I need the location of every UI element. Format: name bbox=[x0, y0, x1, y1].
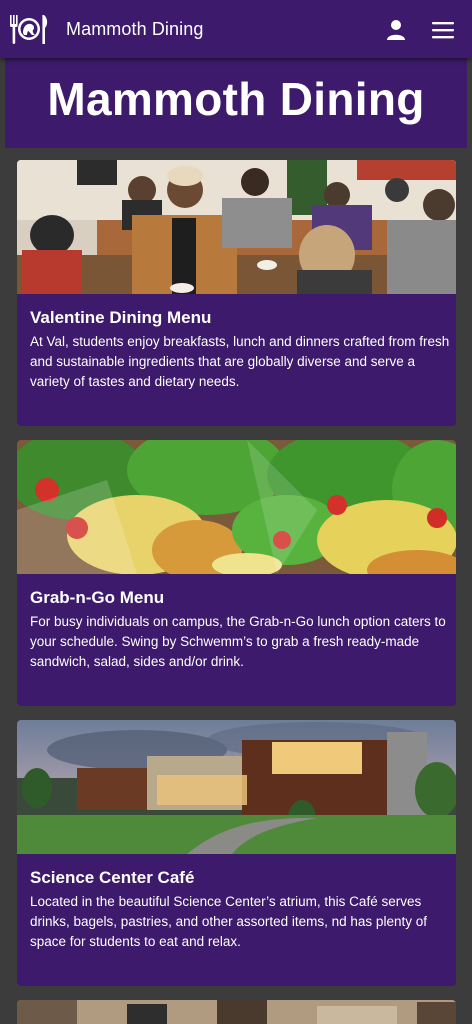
user-icon[interactable] bbox=[384, 18, 408, 42]
card-description: At Val, students enjoy breakfasts, lunch… bbox=[30, 334, 450, 389]
brand-name[interactable]: Mammoth Dining bbox=[66, 19, 203, 40]
card-valentine-dining[interactable]: Valentine Dining Menu At Val, students e… bbox=[17, 160, 456, 426]
hamburger-menu-icon[interactable] bbox=[430, 18, 456, 42]
card-title[interactable]: Valentine Dining Menu bbox=[30, 308, 211, 328]
hero-banner: Mammoth Dining bbox=[5, 58, 467, 148]
card-image-salads bbox=[17, 440, 456, 574]
card-science-center-cafe[interactable]: Science Center Café Located in the beaut… bbox=[17, 720, 456, 986]
page-title: Mammoth Dining bbox=[47, 73, 425, 125]
card-image-dining-hall bbox=[17, 160, 456, 294]
card-grab-n-go[interactable]: Grab-n-Go Menu For busy individuals on c… bbox=[17, 440, 456, 706]
fork-knife-mammoth-logo-icon[interactable] bbox=[8, 12, 50, 46]
card-title[interactable]: Science Center Café bbox=[30, 868, 194, 888]
next-card-image-peek bbox=[17, 1000, 456, 1024]
card-description: Located in the beautiful Science Center’… bbox=[30, 894, 427, 949]
card-image-science-center bbox=[17, 720, 456, 854]
card-description: For busy individuals on campus, the Grab… bbox=[30, 614, 446, 669]
card-title[interactable]: Grab-n-Go Menu bbox=[30, 588, 164, 608]
top-navbar: Mammoth Dining bbox=[0, 0, 472, 58]
